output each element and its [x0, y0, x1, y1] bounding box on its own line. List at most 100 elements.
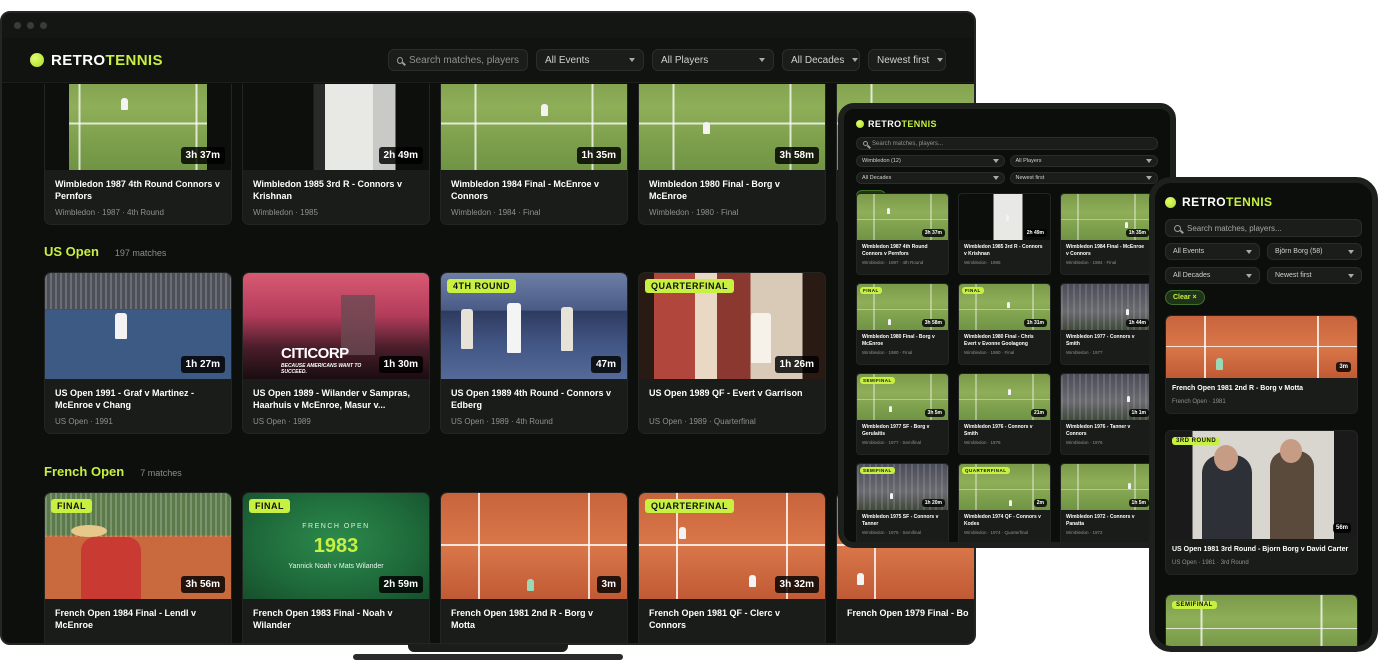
filter-bar: Search matches, players All Events All P…	[388, 49, 946, 71]
player-figure	[679, 527, 686, 539]
match-card[interactable]: FINAL 3h 58m Wimbledon 1980 Final - Borg v…	[856, 283, 949, 365]
match-card[interactable]: SEMIFINAL 1h 20m Wimbledon 1975 SF - Conno…	[856, 463, 949, 542]
match-thumbnail: QUARTERFINAL 1h 26m	[639, 273, 825, 379]
brand-logo[interactable]: RETROTENNIS	[1165, 195, 1362, 209]
match-card[interactable]: 3h 37m Wimbledon 1987 4th Round Connors v…	[856, 193, 949, 275]
match-meta: Wimbledon · 1984 · Final	[1066, 260, 1117, 265]
match-card[interactable]: 3h 58m Wimbledon 1980 Final - Borg v McE…	[638, 84, 826, 225]
round-badge: FINAL	[249, 499, 290, 513]
match-card[interactable]: 1h 5m Wimbledon 1972 - Connors v Panatta W…	[1060, 463, 1153, 542]
match-card[interactable]: 1h 35m Wimbledon 1984 Final - McEnroe v C…	[1060, 193, 1153, 275]
match-card[interactable]: 3m French Open 1981 2nd R - Borg v Motta…	[1165, 315, 1358, 414]
match-card[interactable]: 3m French Open 1981 2nd R - Borg v Motta	[440, 492, 628, 643]
match-card[interactable]: FINAL 1h 31m Wimbledon 1980 Final - Chris …	[958, 283, 1051, 365]
round-badge: QUARTERFINAL	[962, 467, 1010, 474]
search-placeholder: Search matches, players	[408, 54, 519, 66]
match-meta: US Open · 1981 · 3rd Round	[1172, 560, 1249, 566]
search-input[interactable]: Search matches, players...	[856, 137, 1158, 150]
match-card[interactable]: 1h 1m Wimbledon 1976 - Tanner v Connors Wi…	[1060, 373, 1153, 455]
match-card[interactable]: 1h 44m Wimbledon 1977 - Connors v Smith Wi…	[1060, 283, 1153, 365]
match-card[interactable]: QUARTERFINAL 3h 32m French Open 1981 QF …	[638, 492, 826, 643]
duration-badge: 3m	[1336, 362, 1351, 372]
duration-badge: 1h 31m	[1023, 319, 1047, 327]
match-card[interactable]: SEMIFINAL	[1165, 594, 1358, 646]
player-figure	[889, 406, 892, 412]
search-icon	[863, 141, 868, 146]
match-title: Wimbledon 1980 Final - Borg v McEnroe	[649, 179, 780, 201]
sort-select[interactable]: Newest first	[868, 49, 946, 71]
match-card[interactable]: 3h 37m Wimbledon 1987 4th Round Connors …	[44, 84, 232, 225]
match-card[interactable]: 3RD ROUND 56m US Open 1981 3rd Round - B…	[1165, 430, 1358, 575]
search-input[interactable]: Search matches, players	[388, 49, 528, 71]
select-value: Björn Borg (58)	[1275, 248, 1323, 255]
player-filter-select[interactable]: Björn Borg (58)	[1267, 243, 1362, 260]
match-meta: Wimbledon · 1985	[964, 260, 1001, 265]
search-input[interactable]: Search matches, players...	[1165, 219, 1362, 237]
catalog-content: 3h 37m Wimbledon 1987 4th Round Connors …	[2, 84, 974, 643]
match-card[interactable]: SEMIFINAL 3h 5m Wimbledon 1977 SF - Borg v…	[856, 373, 949, 455]
sort-select[interactable]: Newest first	[1009, 172, 1158, 184]
match-card[interactable]: 2h 49m Wimbledon 1985 3rd R - Connors v …	[242, 84, 430, 225]
match-title: US Open 1989 - Wilander v Sampras, Haarh…	[253, 388, 410, 410]
duration-badge: 2m	[1033, 499, 1047, 507]
decade-filter-select[interactable]: All Decades	[1165, 267, 1260, 284]
brand-name-part: RETRO	[51, 51, 106, 69]
round-badge: QUARTERFINAL	[645, 499, 734, 513]
round-badge: QUARTERFINAL	[645, 279, 734, 293]
match-title: Wimbledon 1980 Final - Chris Evert v Evo…	[964, 334, 1034, 347]
match-card[interactable]: FRENCH OPEN 1983 Yannick Noah v Mats Wil…	[242, 492, 430, 643]
match-title: Wimbledon 1972 - Connors v Panatta	[1066, 514, 1135, 527]
round-badge: FINAL	[962, 287, 984, 294]
match-card[interactable]: 21m Wimbledon 1976 - Connors v Smith Wimbl…	[958, 373, 1051, 455]
round-badge: SEMIFINAL	[860, 377, 895, 384]
player-figure	[1009, 500, 1012, 506]
brand-name-accent: TENNIS	[105, 51, 163, 69]
match-grid: 3h 37m Wimbledon 1987 4th Round Connors v…	[856, 193, 1153, 542]
brand-logo[interactable]: RETROTENNIS	[856, 119, 1158, 129]
event-filter-select[interactable]: Wimbledon (12)	[856, 155, 1005, 167]
player-figure	[1125, 222, 1128, 228]
duration-badge: 3m	[596, 576, 621, 593]
search-placeholder: Search matches, players...	[1187, 223, 1282, 233]
ad-tagline: BECAUSE AMERICANS WANT TO SUCCEED.	[281, 363, 362, 375]
match-card[interactable]: 4TH ROUND 47m US Open 1989 4th Round - C…	[440, 272, 628, 434]
event-filter-select[interactable]: All Events	[536, 49, 644, 71]
match-thumbnail: QUARTERFINAL 2m	[959, 464, 1050, 510]
decade-filter-select[interactable]: All Decades	[782, 49, 860, 71]
match-card[interactable]: 2h 49m Wimbledon 1985 3rd R - Connors v K…	[958, 193, 1051, 275]
duration-badge: 3h 37m	[921, 229, 945, 237]
decade-filter-select[interactable]: All Decades	[856, 172, 1005, 184]
match-meta: Wimbledon · 1980 · Final	[862, 350, 913, 355]
match-card[interactable]: 1h 35m Wimbledon 1984 Final - McEnroe v …	[440, 84, 628, 225]
window-dot[interactable]	[27, 22, 34, 29]
match-title: French Open 1983 Final - Noah v Wilander	[253, 608, 393, 630]
match-card[interactable]: CITICORP BECAUSE AMERICANS WANT TO SUCCE…	[242, 272, 430, 434]
chevron-down-icon	[629, 58, 635, 62]
round-badge: FINAL	[51, 499, 92, 513]
match-title: French Open 1981 2nd R - Borg v Motta	[1172, 385, 1304, 392]
match-meta: Wimbledon · 1974 · Quarterfinal	[964, 530, 1029, 535]
poster-year: 1983	[313, 535, 359, 557]
duration-badge: 1h 30m	[378, 356, 423, 373]
duration-badge: 1h 1m	[1128, 409, 1149, 417]
player-filter-select[interactable]: All Players	[652, 49, 774, 71]
window-dot[interactable]	[40, 22, 47, 29]
match-meta: Wimbledon · 1977 · Semifinal	[862, 440, 922, 445]
duration-badge: 1h 35m	[576, 147, 621, 164]
match-card[interactable]: FINAL 3h 56m French Open 1984 Final - Le…	[44, 492, 232, 643]
match-card[interactable]: QUARTERFINAL 1h 26m US Open 1989 QF - Ev…	[638, 272, 826, 434]
section-title[interactable]: US Open	[44, 244, 99, 259]
player-filter-select[interactable]: All Players	[1009, 155, 1158, 167]
section-title[interactable]: French Open	[44, 464, 124, 479]
tablet-screen: RETROTENNIS Search matches, players... W…	[838, 103, 1176, 548]
match-card[interactable]: 1h 27m US Open 1991 - Graf v Martinez - …	[44, 272, 232, 434]
window-dot[interactable]	[14, 22, 21, 29]
clear-filters-button[interactable]: Clear ×	[1165, 290, 1205, 305]
match-card[interactable]: QUARTERFINAL 2m Wimbledon 1974 QF - Connor…	[958, 463, 1051, 542]
search-placeholder: Search matches, players...	[872, 140, 944, 147]
section-count: 197 matches	[114, 248, 167, 258]
brand-logo[interactable]: RETROTENNIS	[30, 52, 163, 69]
player-figure	[121, 98, 128, 110]
sort-select[interactable]: Newest first	[1267, 267, 1362, 284]
event-filter-select[interactable]: All Events	[1165, 243, 1260, 260]
